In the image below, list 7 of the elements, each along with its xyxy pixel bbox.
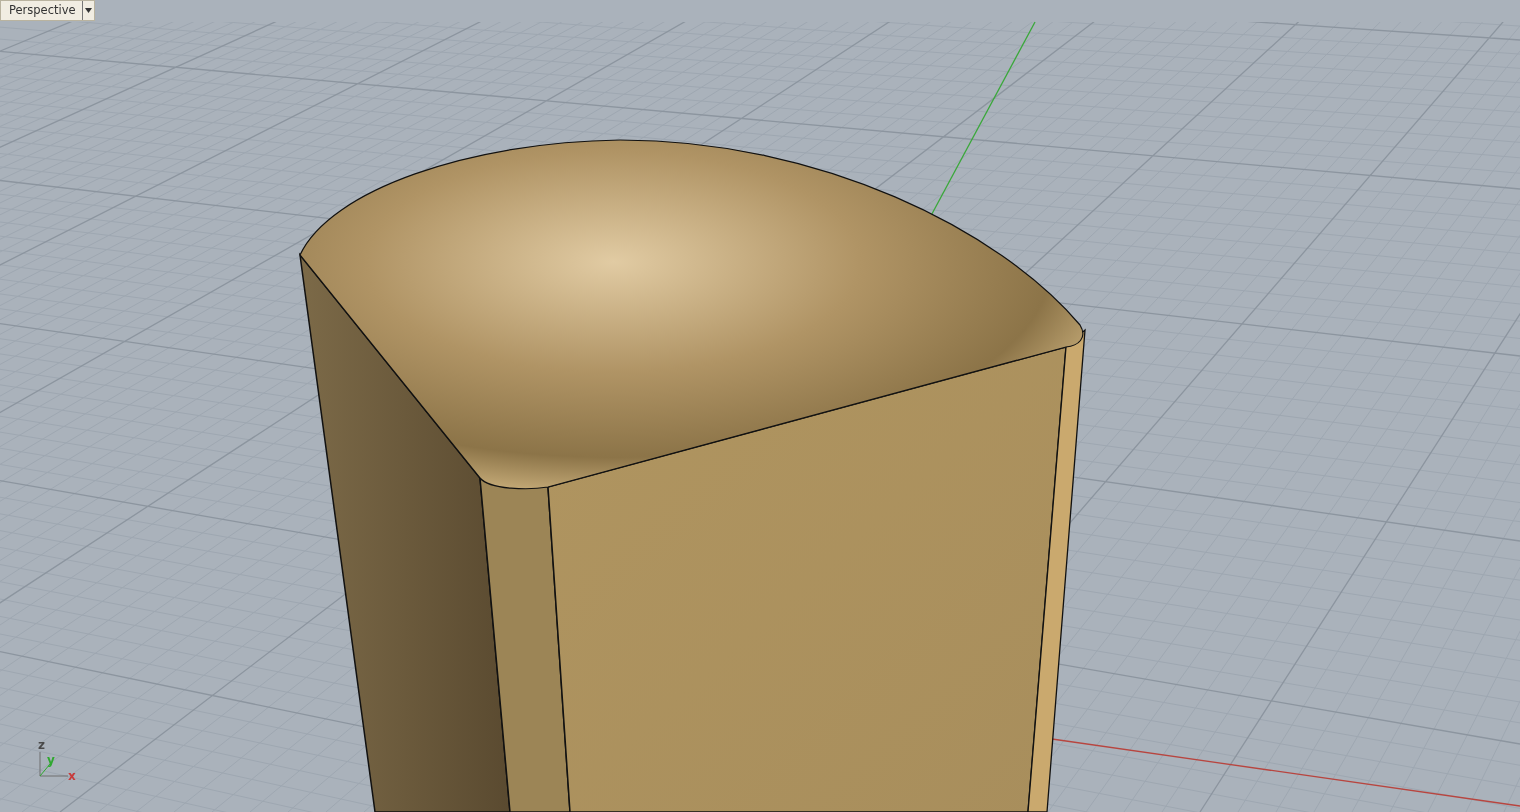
axis-label: z xyxy=(38,739,45,751)
viewport-title[interactable]: Perspective xyxy=(1,1,82,20)
caret-icon xyxy=(84,8,92,13)
axis-label: y xyxy=(47,754,55,766)
axes-icon xyxy=(39,751,69,777)
axis-label: x xyxy=(68,770,76,782)
viewport-menu-button[interactable] xyxy=(81,1,94,20)
